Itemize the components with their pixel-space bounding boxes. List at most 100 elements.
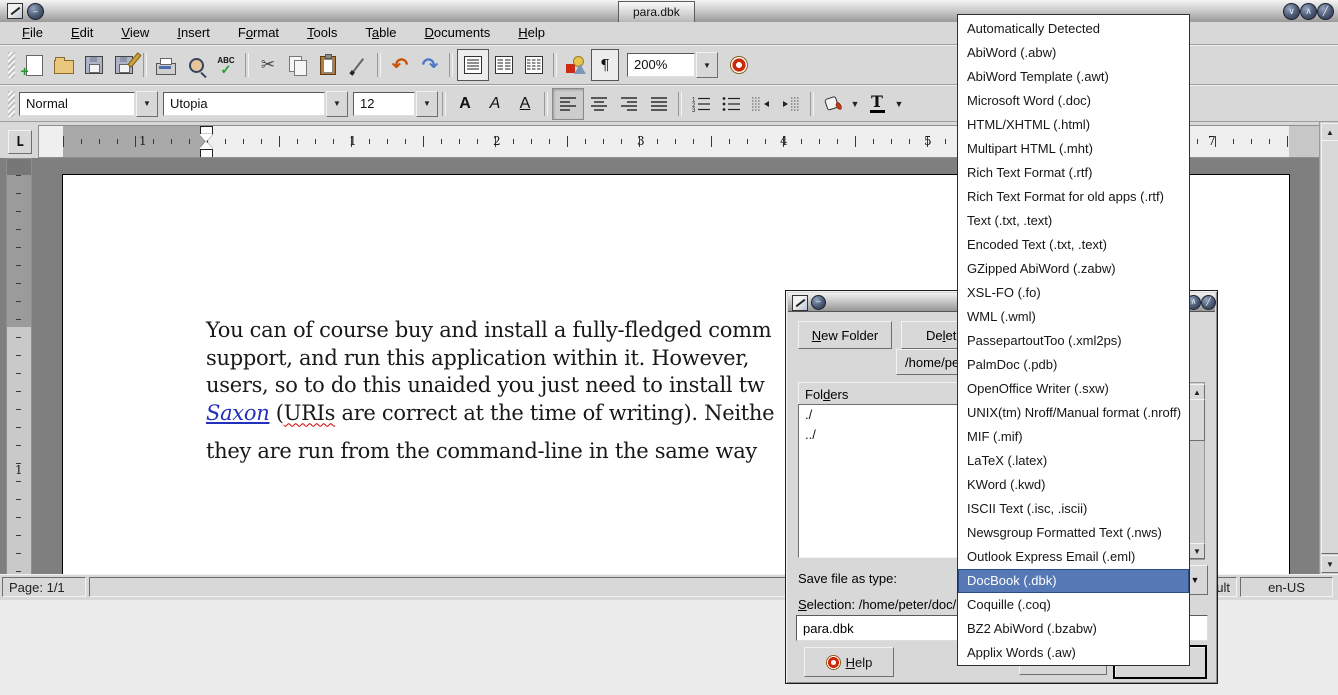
folders-list[interactable]: ./../: [798, 404, 968, 558]
file-format-option[interactable]: Rich Text Format for old apps (.rtf): [958, 185, 1189, 209]
show-paragraphs-toggle[interactable]: ¶: [591, 49, 619, 81]
file-format-option[interactable]: Applix Words (.aw): [958, 641, 1189, 665]
scroll-down-icon[interactable]: ▼: [1321, 555, 1338, 573]
new-document-button[interactable]: +: [19, 50, 49, 80]
save-button[interactable]: [79, 50, 109, 80]
copy-button[interactable]: [283, 50, 313, 80]
file-format-option[interactable]: Rich Text Format (.rtf): [958, 161, 1189, 185]
print-button[interactable]: [151, 50, 181, 80]
folders-column-header[interactable]: Folders: [798, 382, 974, 406]
redo-button[interactable]: ↷: [415, 50, 445, 80]
font-dropdown-icon[interactable]: ▼: [326, 91, 348, 117]
file-format-option[interactable]: OpenOffice Writer (.sxw): [958, 377, 1189, 401]
folder-item[interactable]: ../: [799, 425, 967, 445]
menu-item[interactable]: Format: [224, 23, 293, 43]
status-language[interactable]: en-US: [1240, 577, 1333, 597]
highlight-color-button[interactable]: [818, 89, 848, 119]
view-one-column-button[interactable]: [457, 49, 489, 81]
file-format-option[interactable]: Multipart HTML (.mht): [958, 137, 1189, 161]
file-format-option[interactable]: PassepartoutToo (.xml2ps): [958, 329, 1189, 353]
file-format-option[interactable]: GZipped AbiWord (.zabw): [958, 257, 1189, 281]
scroll-up-icon[interactable]: ▲: [1321, 123, 1338, 141]
style-combo[interactable]: Normal ▼: [19, 91, 158, 117]
files-scroll-down-icon[interactable]: ▼: [1189, 543, 1205, 559]
paste-button[interactable]: [313, 50, 343, 80]
zoom-dropdown-icon[interactable]: ▼: [696, 52, 718, 78]
tab-type-selector[interactable]: L: [8, 130, 32, 154]
minimize-icon[interactable]: ∨: [1283, 3, 1300, 20]
font-value[interactable]: Utopia: [163, 92, 325, 116]
maximize-icon[interactable]: ∧: [1300, 3, 1317, 20]
print-preview-button[interactable]: [181, 50, 211, 80]
file-format-option[interactable]: KWord (.kwd): [958, 473, 1189, 497]
italic-button[interactable]: A: [480, 89, 510, 119]
shade-window-icon[interactable]: –: [27, 3, 44, 20]
dialog-close-icon[interactable]: ╱: [1201, 295, 1216, 310]
close-icon[interactable]: ╱: [1317, 3, 1334, 20]
menu-item[interactable]: Help: [504, 23, 559, 43]
hyperlink-saxon[interactable]: Saxon: [206, 401, 269, 425]
file-format-option[interactable]: Text (.txt, .text): [958, 209, 1189, 233]
spellcheck-button[interactable]: ABC✓: [211, 50, 241, 80]
size-combo[interactable]: 12 ▼: [353, 91, 438, 117]
new-folder-button[interactable]: New Folder: [798, 321, 892, 349]
open-button[interactable]: [49, 50, 79, 80]
file-format-option[interactable]: XSL-FO (.fo): [958, 281, 1189, 305]
file-format-option[interactable]: MIF (.mif): [958, 425, 1189, 449]
font-color-button[interactable]: T: [862, 89, 892, 119]
align-center-button[interactable]: [584, 89, 614, 119]
folder-item[interactable]: ./: [799, 405, 967, 425]
file-format-option[interactable]: HTML/XHTML (.html): [958, 113, 1189, 137]
file-format-option[interactable]: Automatically Detected: [958, 17, 1189, 41]
align-right-button[interactable]: [614, 89, 644, 119]
decrease-indent-button[interactable]: [746, 89, 776, 119]
help-button[interactable]: [724, 50, 754, 80]
file-format-option[interactable]: AbiWord Template (.awt): [958, 65, 1189, 89]
file-format-option[interactable]: PalmDoc (.pdb): [958, 353, 1189, 377]
scrollbar-thumb[interactable]: [1321, 140, 1338, 554]
size-dropdown-icon[interactable]: ▼: [416, 91, 438, 117]
file-format-option[interactable]: ISCII Text (.isc, .iscii): [958, 497, 1189, 521]
file-format-option[interactable]: Microsoft Word (.doc): [958, 89, 1189, 113]
zoom-combo[interactable]: 200% ▼: [627, 52, 718, 78]
file-format-option[interactable]: Coquille (.coq): [958, 593, 1189, 617]
style-value[interactable]: Normal: [19, 92, 135, 116]
document-text[interactable]: You can of course buy and install a full…: [206, 317, 774, 466]
vertical-scrollbar[interactable]: ▲ ▼: [1319, 122, 1338, 574]
view-two-columns-button[interactable]: [489, 50, 519, 80]
dialog-help-button[interactable]: Help: [804, 647, 894, 677]
menu-item[interactable]: Insert: [163, 23, 224, 43]
toolbar-grip[interactable]: [8, 91, 15, 117]
file-format-option[interactable]: UNIX(tm) Nroff/Manual format (.nroff): [958, 401, 1189, 425]
align-justify-button[interactable]: [644, 89, 674, 119]
file-format-option[interactable]: Outlook Express Email (.eml): [958, 545, 1189, 569]
numbered-list-button[interactable]: 123: [686, 89, 716, 119]
file-format-option[interactable]: WML (.wml): [958, 305, 1189, 329]
style-dropdown-icon[interactable]: ▼: [136, 91, 158, 117]
dialog-shade-icon[interactable]: –: [811, 295, 826, 310]
cut-button[interactable]: ✂: [253, 50, 283, 80]
bulleted-list-button[interactable]: [716, 89, 746, 119]
insert-graphic-button[interactable]: [561, 50, 591, 80]
file-format-option[interactable]: AbiWord (.abw): [958, 41, 1189, 65]
menu-item[interactable]: Edit: [57, 23, 107, 43]
file-format-option[interactable]: Newsgroup Formatted Text (.nws): [958, 521, 1189, 545]
view-three-columns-button[interactable]: [519, 50, 549, 80]
stylus-button[interactable]: [343, 50, 373, 80]
underline-button[interactable]: A: [510, 89, 540, 119]
menu-item[interactable]: Documents: [411, 23, 505, 43]
menu-item[interactable]: File: [8, 23, 57, 43]
menu-item[interactable]: View: [107, 23, 163, 43]
files-scrollbar-thumb[interactable]: [1189, 399, 1205, 441]
files-scroll-up-icon[interactable]: ▲: [1189, 384, 1205, 400]
file-format-option[interactable]: BZ2 AbiWord (.bzabw): [958, 617, 1189, 641]
bold-button[interactable]: A: [450, 89, 480, 119]
toolbar-grip[interactable]: [8, 52, 15, 78]
menu-item[interactable]: Tools: [293, 23, 351, 43]
font-combo[interactable]: Utopia ▼: [163, 91, 348, 117]
undo-button[interactable]: ↶: [385, 50, 415, 80]
font-color-dropdown-icon[interactable]: ▼: [892, 91, 906, 117]
file-format-option[interactable]: DocBook (.dbk): [958, 569, 1189, 593]
align-left-button[interactable]: [552, 88, 584, 120]
vertical-ruler[interactable]: 1: [6, 158, 32, 574]
